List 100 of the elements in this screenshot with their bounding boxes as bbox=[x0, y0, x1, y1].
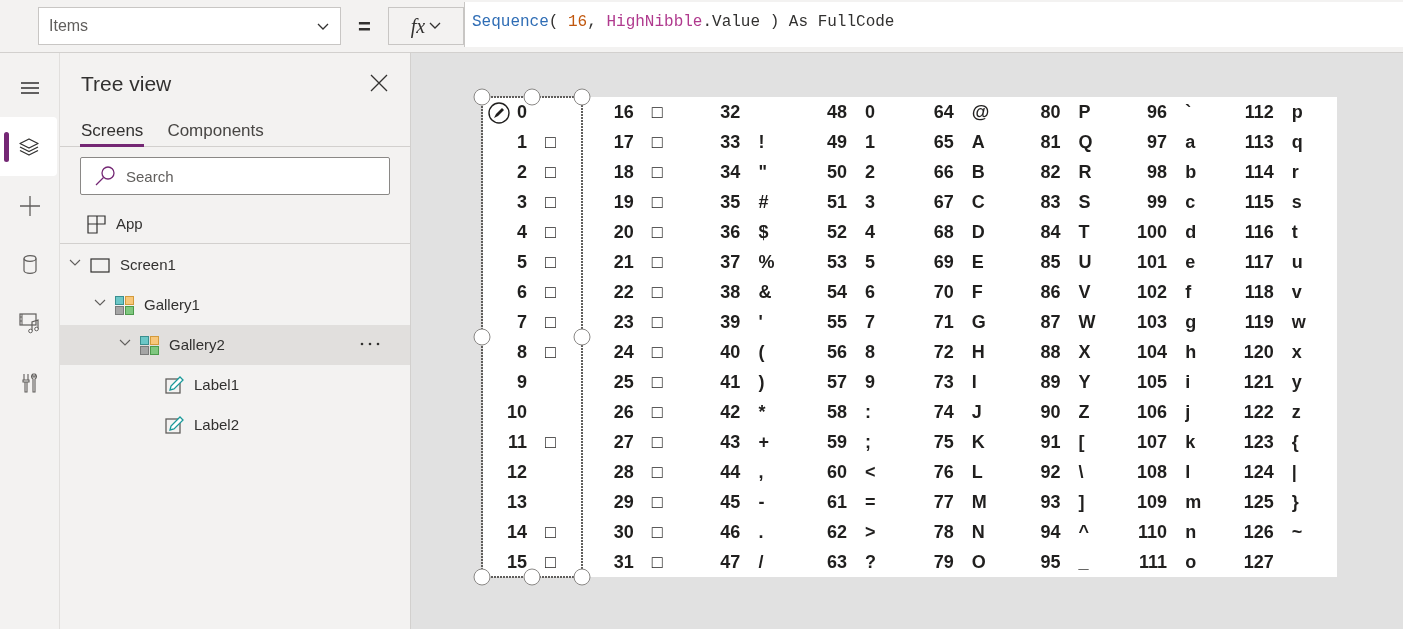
tree-item[interactable]: Label1 bbox=[60, 365, 410, 405]
character-label: □ bbox=[545, 160, 556, 184]
code-label: 82 bbox=[1040, 160, 1061, 184]
character-label: ^ bbox=[1078, 520, 1089, 544]
code-label: 27 bbox=[613, 430, 634, 454]
tab[interactable]: Components bbox=[166, 113, 265, 147]
code-label: 72 bbox=[933, 340, 954, 364]
code-label: 75 bbox=[933, 430, 954, 454]
media-icon bbox=[19, 313, 40, 334]
character-label: □ bbox=[651, 250, 663, 274]
more-icon[interactable] bbox=[360, 342, 380, 346]
character-label: □ bbox=[545, 550, 556, 574]
code-label: 38 bbox=[720, 280, 741, 304]
code-label: 122 bbox=[1243, 400, 1274, 424]
character-label: _ bbox=[1078, 550, 1089, 574]
layers-button[interactable] bbox=[0, 117, 57, 176]
character-label: K bbox=[971, 430, 985, 454]
search-field[interactable]: Search bbox=[80, 157, 390, 195]
code-label: 63 bbox=[827, 550, 848, 574]
character-label: □ bbox=[651, 190, 663, 214]
character-label: 5 bbox=[865, 250, 876, 274]
character-label: □ bbox=[545, 340, 556, 364]
character-label: A bbox=[971, 130, 985, 154]
code-label: 45 bbox=[720, 490, 741, 514]
character-label: c bbox=[1185, 190, 1196, 214]
character-label: @ bbox=[971, 100, 990, 124]
character-label: W bbox=[1078, 310, 1096, 334]
character-label: f bbox=[1185, 280, 1192, 304]
code-label: 88 bbox=[1040, 340, 1061, 364]
code-label: 52 bbox=[827, 220, 848, 244]
character-label: " bbox=[758, 160, 767, 184]
character-label: * bbox=[758, 400, 766, 424]
character-label: □ bbox=[651, 400, 663, 424]
code-label: 16 bbox=[613, 100, 634, 124]
code-label: 117 bbox=[1244, 250, 1274, 274]
code-label: 97 bbox=[1147, 130, 1168, 154]
code-label: 44 bbox=[720, 460, 741, 484]
character-label: r bbox=[1291, 160, 1299, 184]
character-label: ` bbox=[1185, 100, 1192, 124]
fx-button[interactable]: fx bbox=[388, 7, 464, 45]
code-label: 2 bbox=[517, 160, 527, 184]
character-label: 7 bbox=[865, 310, 876, 334]
character-label: □ bbox=[651, 430, 663, 454]
code-label: 28 bbox=[613, 460, 634, 484]
code-label: 59 bbox=[827, 430, 848, 454]
code-label: 85 bbox=[1040, 250, 1061, 274]
tree-item[interactable]: Screen1 bbox=[60, 245, 410, 285]
code-label: 125 bbox=[1243, 490, 1274, 514]
code-label: 48 bbox=[827, 100, 848, 124]
tools-icon bbox=[21, 372, 38, 393]
code-label: 84 bbox=[1040, 220, 1061, 244]
code-label: 57 bbox=[827, 370, 848, 394]
equals-sign: = bbox=[357, 12, 372, 41]
plus-icon bbox=[19, 195, 40, 216]
character-label: 4 bbox=[865, 220, 876, 244]
code-label: 14 bbox=[506, 520, 527, 544]
code-label: 24 bbox=[613, 340, 634, 364]
code-label: 107 bbox=[1137, 430, 1168, 454]
code-label: 43 bbox=[720, 430, 741, 454]
character-label: - bbox=[758, 490, 765, 514]
database-icon bbox=[22, 254, 37, 275]
code-label: 29 bbox=[613, 490, 634, 514]
code-label: 77 bbox=[933, 490, 954, 514]
character-label: , bbox=[758, 460, 764, 484]
character-label: e bbox=[1185, 250, 1196, 274]
tree-item[interactable]: Gallery1 bbox=[60, 285, 410, 325]
tree-item[interactable]: Gallery2 bbox=[60, 325, 410, 365]
hamburger-menu-icon bbox=[19, 80, 40, 95]
tree-item[interactable]: Label2 bbox=[60, 405, 410, 445]
code-label: 9 bbox=[517, 370, 527, 394]
character-label: + bbox=[758, 430, 769, 454]
layers-icon bbox=[18, 137, 39, 156]
character-label: 2 bbox=[865, 160, 876, 184]
code-label: 127 bbox=[1243, 550, 1274, 574]
character-label: p bbox=[1291, 100, 1303, 124]
search-icon bbox=[95, 166, 115, 186]
character-label: < bbox=[865, 460, 876, 484]
code-label: 83 bbox=[1040, 190, 1061, 214]
code-label: 36 bbox=[720, 220, 741, 244]
character-label: L bbox=[971, 460, 983, 484]
edit-icon[interactable] bbox=[488, 102, 510, 124]
code-label: 4 bbox=[517, 220, 527, 244]
property-dropdown[interactable]: Items bbox=[38, 7, 341, 45]
code-label: 80 bbox=[1040, 100, 1061, 124]
character-label: □ bbox=[651, 220, 663, 244]
tree-item[interactable]: App bbox=[60, 205, 410, 244]
character-label: x bbox=[1291, 340, 1302, 364]
character-label: ) bbox=[758, 370, 765, 394]
character-label: 9 bbox=[865, 370, 876, 394]
code-label: 91 bbox=[1040, 430, 1061, 454]
chevron-down-icon bbox=[316, 21, 330, 31]
code-label: 8 bbox=[517, 340, 527, 364]
character-label: ~ bbox=[1291, 520, 1303, 544]
code-label: 104 bbox=[1137, 340, 1168, 364]
code-label: 94 bbox=[1040, 520, 1061, 544]
code-label: 103 bbox=[1137, 310, 1168, 334]
close-button[interactable] bbox=[370, 74, 388, 92]
code-label: 22 bbox=[613, 280, 634, 304]
code-label: 46 bbox=[720, 520, 741, 544]
tab[interactable]: Screens bbox=[80, 113, 145, 147]
